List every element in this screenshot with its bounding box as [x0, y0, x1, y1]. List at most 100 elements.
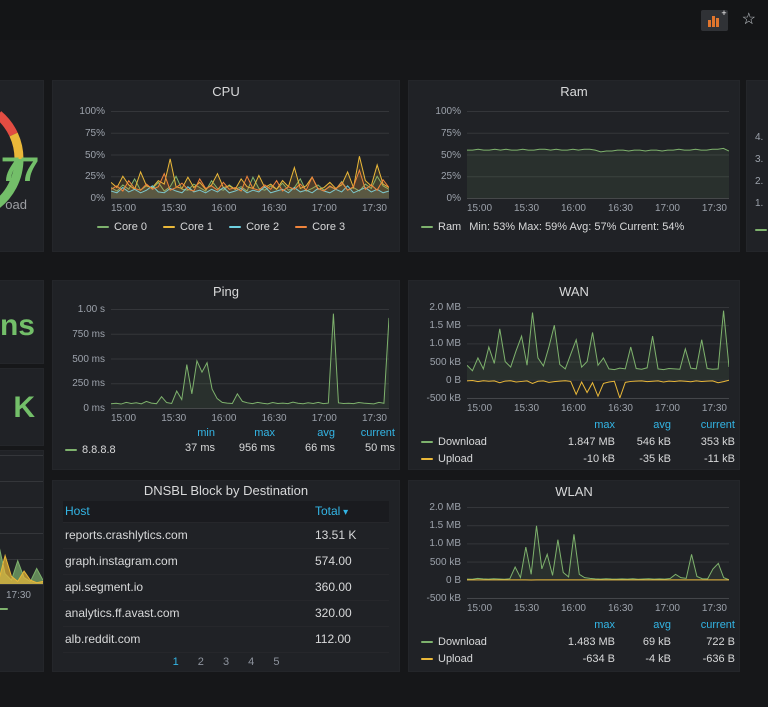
ram-chart[interactable] — [467, 111, 729, 198]
legend-value: -636 B — [702, 653, 735, 665]
panel-title[interactable]: CPU — [53, 81, 399, 103]
ping-chart[interactable] — [111, 309, 389, 408]
series-dash-icon — [163, 226, 176, 229]
panel-wan: WAN 2.0 MB 1.5 MB 1.0 MB 500 kB 0 B -500… — [408, 280, 740, 470]
series-dash-icon — [65, 449, 77, 452]
wan-legend-table: max avg current Download 1.847 MB 546 kB… — [421, 417, 735, 468]
panel-title[interactable]: WLAN — [409, 481, 739, 503]
legend-item[interactable]: Core 3 — [295, 221, 345, 233]
ping-plot[interactable] — [111, 309, 389, 409]
host-cell: analytics.ff.avast.com — [65, 606, 180, 620]
panel-dnsbl: DNSBL Block by Destination Host Total re… — [52, 480, 400, 672]
dnsbl-table: Host Total reports.crashlytics.com 13.51… — [63, 501, 389, 653]
panel-load-gauge: 77 oad — [0, 80, 44, 252]
x-axis: 15:00 15:30 16:00 16:30 17:00 17:30 — [111, 203, 387, 214]
wan-chart[interactable] — [467, 307, 729, 398]
host-cell: alb.reddit.com — [65, 632, 141, 646]
series-dash-icon — [421, 641, 433, 644]
legend-col-header[interactable]: max — [549, 417, 615, 434]
pagination: 1 2 3 4 5 — [53, 656, 399, 668]
x-axis: 15:00 15:30 16:00 16:30 17:00 17:30 — [467, 603, 727, 614]
page-button[interactable]: 1 — [173, 656, 179, 668]
stat-value: 50 ms — [365, 442, 395, 454]
stat-value: 66 ms — [305, 442, 335, 454]
host-cell: reports.crashlytics.com — [65, 528, 188, 542]
wlan-plot[interactable] — [467, 507, 729, 599]
panel-mini-chart: 17:30 — [0, 450, 44, 672]
total-cell: 574.00 — [315, 554, 352, 568]
legend-value: 546 kB — [636, 436, 671, 448]
panel-title[interactable]: Ram — [409, 81, 739, 103]
x-axis: 15:00 15:30 16:00 16:30 17:00 17:30 — [467, 403, 727, 414]
series-dash-icon — [755, 229, 767, 231]
cpu-legend: Core 0 Core 1 Core 2 Core 3 — [97, 221, 399, 233]
page-button[interactable]: 4 — [248, 656, 254, 668]
legend-value: 353 kB — [700, 436, 735, 448]
legend-item[interactable]: Core 1 — [163, 221, 213, 233]
ram-plot[interactable] — [467, 111, 729, 199]
panel-wlan: WLAN 2.0 MB 1.5 MB 1.0 MB 500 kB 0 B -50… — [408, 480, 740, 672]
legend-col-header[interactable]: avg — [615, 617, 671, 634]
legend-col-header[interactable]: current — [671, 617, 735, 634]
star-icon[interactable]: ☆ — [742, 12, 756, 28]
stat-header[interactable]: avg — [275, 426, 335, 441]
panel-title[interactable]: WAN — [409, 281, 739, 303]
legend-value: -4 kB — [645, 653, 671, 665]
stat-header[interactable]: current — [335, 426, 395, 441]
legend-col-header[interactable]: avg — [615, 417, 671, 434]
table-row: reports.crashlytics.com 13.51 K — [63, 523, 389, 549]
panel-title[interactable]: DNSBL Block by Destination — [53, 481, 399, 501]
panel-right-partial: 4. 3. 2. 1. — [746, 80, 768, 252]
gauge-value: 77 — [1, 151, 39, 189]
page-button[interactable]: 5 — [273, 656, 279, 668]
legend-item[interactable]: Upload — [421, 451, 549, 468]
wlan-chart[interactable] — [467, 507, 729, 598]
stat-header[interactable]: max — [215, 426, 275, 441]
stat-value: 37 ms — [185, 442, 215, 454]
panel-cpu: CPU 100% 75% 50% 25% 0% 15:00 15:30 16:0… — [52, 80, 400, 252]
y-axis: 100% 75% 50% 25% 0% — [79, 106, 105, 204]
ping-legend: 8.8.8.8 min max avg current 37 ms 956 ms… — [65, 426, 395, 456]
ping-stats: min max avg current 37 ms 956 ms 66 ms 5… — [155, 426, 395, 456]
legend-value: -10 kB — [583, 453, 615, 465]
ram-legend[interactable]: Ram Min: 53% Max: 59% Avg: 57% Current: 5… — [421, 221, 739, 233]
legend-col-header[interactable]: current — [671, 417, 735, 434]
wan-plot[interactable] — [467, 307, 729, 399]
series-dash-icon — [97, 226, 109, 229]
host-cell: graph.instagram.com — [65, 554, 178, 568]
legend-item[interactable]: Core 0 — [97, 221, 147, 233]
legend-item[interactable]: Download — [421, 634, 549, 651]
cpu-chart[interactable] — [111, 111, 389, 198]
legend-item[interactable]: Download — [421, 434, 549, 451]
y-axis: 4. 3. 2. 1. — [755, 132, 764, 209]
legend-item[interactable]: Upload — [421, 651, 549, 668]
panel-title[interactable]: Ping — [53, 281, 399, 303]
legend-item[interactable]: 8.8.8.8 — [65, 444, 116, 456]
legend-col-header[interactable]: max — [549, 617, 615, 634]
column-header-host[interactable]: Host — [63, 501, 301, 522]
page-button[interactable]: 3 — [223, 656, 229, 668]
series-dash-icon — [421, 458, 433, 461]
page-button[interactable]: 2 — [198, 656, 204, 668]
mini-chart[interactable] — [0, 455, 43, 584]
legend-value: 69 kB — [642, 636, 671, 648]
x-axis-tick: 17:30 — [5, 590, 31, 601]
add-panel-button[interactable] — [700, 9, 728, 31]
total-cell: 112.00 — [315, 632, 351, 646]
y-axis: 1.00 s 750 ms 500 ms 250 ms 0 ms — [72, 304, 105, 414]
cpu-plot[interactable] — [111, 111, 389, 199]
table-row: graph.instagram.com 574.00 — [63, 549, 389, 575]
add-panel-icon — [708, 15, 720, 27]
legend-item[interactable]: Core 2 — [229, 221, 279, 233]
stat-header[interactable]: min — [155, 426, 215, 441]
mini-plot[interactable] — [0, 455, 43, 585]
series-dash-icon — [421, 441, 433, 444]
table-row: analytics.ff.avast.com 320.00 — [63, 601, 389, 627]
total-cell: 320.00 — [315, 606, 352, 620]
stat-value: ns — [0, 309, 35, 342]
ram-legend-stats: Min: 53% Max: 59% Avg: 57% Current: 54% — [469, 221, 685, 233]
series-dash-icon — [421, 226, 433, 229]
legend-value: 1.847 MB — [567, 436, 615, 448]
legend-value: -634 B — [582, 653, 615, 665]
column-header-total[interactable]: Total — [301, 501, 389, 522]
